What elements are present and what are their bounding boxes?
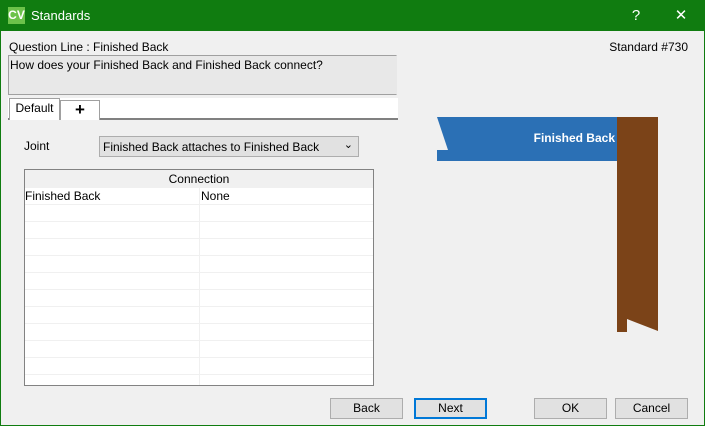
back-button[interactable]: Back (330, 398, 403, 419)
cancel-button[interactable]: Cancel (615, 398, 688, 419)
diagram-label: Finished Back (534, 131, 616, 145)
next-button[interactable]: Next (414, 398, 487, 419)
finished-back-vertical-panel (617, 117, 658, 332)
ok-button[interactable]: OK (534, 398, 607, 419)
joint-diagram: Finished Back (437, 117, 658, 332)
